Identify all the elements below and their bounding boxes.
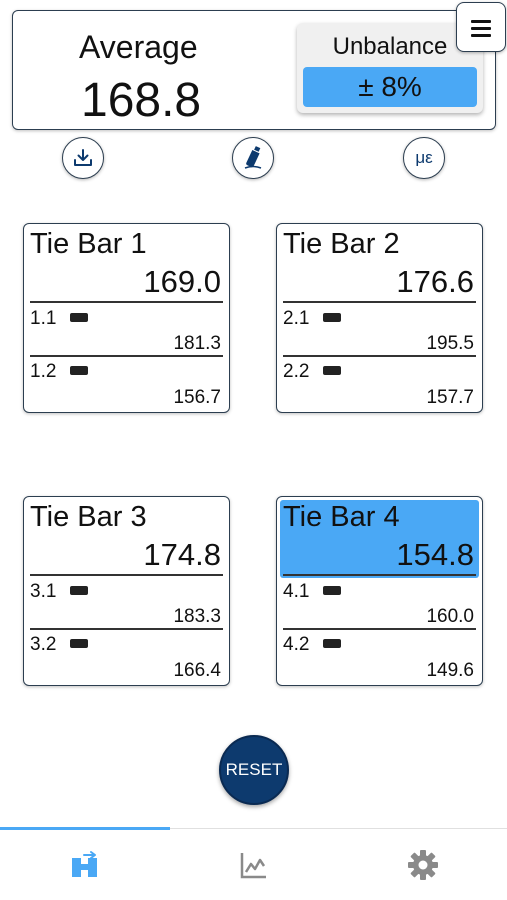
tie-bar-card-1[interactable]: Tie Bar 1 169.0 1.1 181.3 1.2 156.7: [23, 223, 230, 413]
download-button[interactable]: [62, 137, 104, 179]
menu-button[interactable]: [456, 2, 506, 52]
channel-value: 195.5: [426, 333, 474, 354]
tie-bar-header: Tie Bar 1 169.0: [24, 224, 229, 302]
channel-label: 2.2: [283, 361, 310, 382]
channel-value: 149.6: [426, 660, 474, 681]
sensor-icon: [70, 313, 88, 322]
tie-bar-header-selected: Tie Bar 4 154.8: [280, 500, 479, 578]
micro-strain-button[interactable]: με: [403, 137, 445, 179]
channel-value: 157.7: [426, 387, 474, 408]
divider: [283, 628, 476, 630]
channel-label: 4.2: [283, 634, 310, 655]
divider: [283, 355, 476, 357]
menu-icon-line: [471, 27, 491, 30]
sensor-icon: [70, 639, 88, 648]
tie-bar-card-2[interactable]: Tie Bar 2 176.6 2.1 195.5 2.2 157.7: [276, 223, 483, 413]
micro-strain-label: με: [415, 148, 433, 167]
bottle-icon: [244, 146, 262, 169]
tab-chart[interactable]: [169, 829, 338, 900]
divider: [30, 628, 223, 630]
tie-bar-value: 154.8: [396, 537, 474, 572]
channel-value: 160.0: [426, 606, 474, 627]
menu-icon-line: [471, 20, 491, 23]
download-icon: [74, 149, 92, 166]
channel-label: 2.1: [283, 308, 310, 329]
tie-bar-value: 174.8: [143, 537, 221, 572]
sensor-icon: [323, 313, 341, 322]
channel-value: 183.3: [173, 606, 221, 627]
tie-bar-title: Tie Bar 2: [283, 228, 400, 260]
channel-label: 3.1: [30, 581, 57, 602]
channel-label: 1.2: [30, 361, 57, 382]
channel-label: 3.2: [30, 634, 57, 655]
sensor-icon: [70, 366, 88, 375]
tab-settings[interactable]: [338, 829, 507, 900]
tie-bar-value: 169.0: [143, 264, 221, 299]
channel-value: 166.4: [173, 660, 221, 681]
tie-bar-title: Tie Bar 1: [30, 228, 147, 260]
bottom-tab-bar: [0, 827, 507, 900]
unbalance-value: ± 8%: [303, 67, 477, 107]
chart-icon: [240, 853, 266, 879]
divider: [283, 301, 476, 303]
sensor-icon: [70, 586, 88, 595]
average-label: Average: [79, 29, 198, 65]
summary-panel: Average 168.8 Unbalance ± 8%: [12, 10, 496, 130]
tie-bar-card-4[interactable]: Tie Bar 4 154.8 4.1 160.0 4.2 149.6: [276, 496, 483, 686]
tab-tie-bars[interactable]: [0, 829, 169, 900]
channel-label: 4.1: [283, 581, 310, 602]
sensor-icon: [323, 639, 341, 648]
channel-value: 156.7: [173, 387, 221, 408]
channel-label: 1.1: [30, 308, 57, 329]
bottle-button[interactable]: [232, 137, 274, 179]
tie-bar-header: Tie Bar 3 174.8: [24, 497, 229, 575]
divider: [30, 301, 223, 303]
gear-icon: [407, 850, 438, 880]
tie-bar-title: Tie Bar 4: [283, 501, 400, 533]
tiebar-view-icon: [71, 851, 97, 877]
sensor-icon: [323, 586, 341, 595]
channel-value: 181.3: [173, 333, 221, 354]
tie-bar-card-3[interactable]: Tie Bar 3 174.8 3.1 183.3 3.2 166.4: [23, 496, 230, 686]
tie-bar-value: 176.6: [396, 264, 474, 299]
sensor-icon: [323, 366, 341, 375]
average-value: 168.8: [81, 74, 202, 127]
menu-icon-line: [471, 34, 491, 37]
tie-bar-header: Tie Bar 2 176.6: [277, 224, 482, 302]
divider: [30, 574, 223, 576]
tie-bar-title: Tie Bar 3: [30, 501, 147, 533]
divider: [30, 355, 223, 357]
reset-button[interactable]: RESET: [219, 735, 289, 805]
divider: [283, 574, 476, 576]
